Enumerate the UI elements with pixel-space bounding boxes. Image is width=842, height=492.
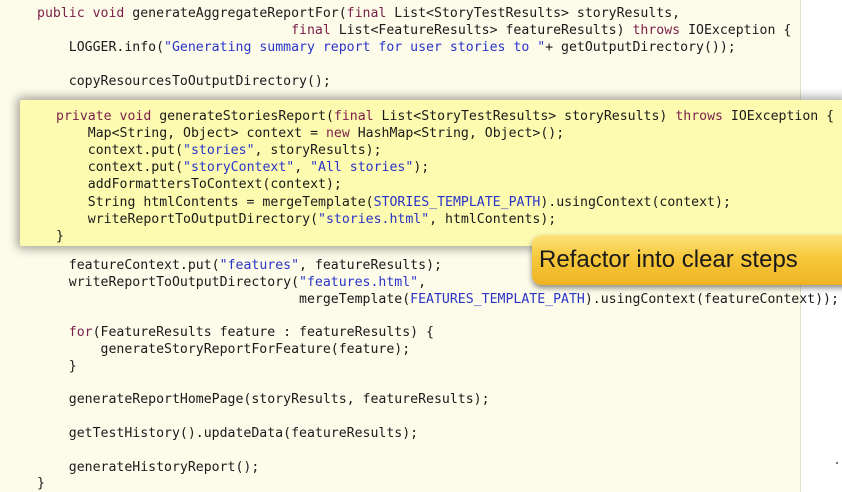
popup-code-line: } xyxy=(56,228,64,245)
code-token: } xyxy=(56,229,64,244)
popup-code-line: private void generateStoriesReport(final… xyxy=(56,108,834,125)
code-token: context.put( xyxy=(56,160,184,175)
keyword-token: throws xyxy=(632,23,681,38)
code-line: final List<FeatureResults> featureResult… xyxy=(37,22,791,39)
string-token: "stories" xyxy=(183,143,255,158)
code-token: } xyxy=(37,476,45,491)
code-token: + getOutputDirectory()); xyxy=(545,40,736,55)
code-token: context.put( xyxy=(56,143,184,158)
code-token: addFormattersToContext(context); xyxy=(56,177,342,192)
popup-code-line: context.put("storyContext", "All stories… xyxy=(56,159,429,176)
code-token: mergeTemplate( xyxy=(37,292,411,307)
keyword-token: private void xyxy=(56,109,152,124)
string-token: "features" xyxy=(219,258,300,273)
code-line: mergeTemplate(FEATURES_TEMPLATE_PATH).us… xyxy=(37,291,839,308)
popup-code-line: writeReportToOutputDirectory("stories.ht… xyxy=(56,211,556,228)
code-line: featureContext.put("features", featureRe… xyxy=(37,257,442,274)
code-token: Map<String, Object> context = xyxy=(56,126,326,141)
extracted-method-popup: private void generateStoriesReport(final… xyxy=(20,100,842,246)
callout-banner: Refactor into clear steps xyxy=(532,235,842,285)
code-token: List<FeatureResults> featureResults) xyxy=(330,23,633,38)
code-token: List<StoryTestResults> storyResults) xyxy=(373,109,676,124)
keyword-token: final xyxy=(333,109,374,124)
code-token: ).usingContext(context); xyxy=(540,195,731,210)
code-line: } xyxy=(37,358,77,375)
code-token: LOGGER.info( xyxy=(37,40,165,55)
code-line: generateStoryReportForFeature(feature); xyxy=(37,341,411,358)
popup-code-line: addFormattersToContext(context); xyxy=(56,176,342,193)
code-token: generateStoryReportForFeature(feature); xyxy=(37,342,411,357)
string-token: "Generating summary report for user stor… xyxy=(164,40,546,55)
code-token: writeReportToOutputDirectory( xyxy=(37,275,300,290)
code-line: LOGGER.info("Generating summary report f… xyxy=(37,39,736,56)
code-token: HashMap<String, Object>(); xyxy=(349,126,565,141)
code-token: IOException { xyxy=(722,109,835,124)
keyword-token: throws xyxy=(675,109,723,124)
code-token: getTestHistory().updateData(featureResul… xyxy=(37,426,419,441)
keyword-token: new xyxy=(325,126,350,141)
code-token: IOException { xyxy=(680,23,792,38)
code-token: generateReportHomePage(storyResults, fea… xyxy=(37,392,490,407)
code-token: String htmlContents = mergeTemplate( xyxy=(56,195,374,210)
string-token: "stories.html" xyxy=(318,212,430,227)
code-token: generateAggregateReportFor( xyxy=(124,6,347,21)
code-token: writeReportToOutputDirectory( xyxy=(56,212,319,227)
code-token: ).usingContext(featureContext)); xyxy=(584,292,839,307)
code-token: ); xyxy=(413,160,430,175)
code-line: generateHistoryReport(); xyxy=(37,459,260,476)
popup-code-line: Map<String, Object> context = new HashMa… xyxy=(56,125,564,142)
popup-code-line: context.put("stories", storyResults); xyxy=(56,142,382,159)
callout-label: Refactor into clear steps xyxy=(539,246,798,273)
string-token: "All stories" xyxy=(310,160,414,175)
code-token: generateHistoryReport(); xyxy=(37,460,260,475)
code-line: getTestHistory().updateData(featureResul… xyxy=(37,425,418,442)
code-token: , storyResults); xyxy=(254,143,382,158)
code-token: , featureResults); xyxy=(299,258,442,273)
code-token: (FeatureResults feature : featureResults… xyxy=(92,325,434,340)
code-token: copyResourcesToOutputDirectory(); xyxy=(37,74,331,89)
keyword-token: final xyxy=(291,23,331,38)
code-line: for(FeatureResults feature : featureResu… xyxy=(37,324,434,341)
string-token: "storyContext" xyxy=(183,160,295,175)
keyword-token: public void xyxy=(37,6,125,21)
code-line: public void generateAggregateReportFor(f… xyxy=(37,5,680,22)
code-token: , xyxy=(294,160,311,175)
code-line: } xyxy=(37,475,45,492)
code-token: featureContext.put( xyxy=(37,258,220,273)
constant-token: FEATURES_TEMPLATE_PATH xyxy=(410,292,585,307)
code-line: generateReportHomePage(storyResults, fea… xyxy=(37,391,490,408)
code-token: , htmlContents); xyxy=(429,212,557,227)
code-line: copyResourcesToOutputDirectory(); xyxy=(37,73,331,90)
stray-dot xyxy=(836,462,838,464)
code-token: } xyxy=(37,359,77,374)
code-token: , xyxy=(418,275,427,290)
popup-code-line: String htmlContents = mergeTemplate(STOR… xyxy=(56,194,731,211)
string-token: "features.html" xyxy=(299,275,419,290)
constant-token: STORIES_TEMPLATE_PATH xyxy=(373,195,541,210)
keyword-token: for xyxy=(37,325,93,340)
keyword-token: final xyxy=(346,6,387,21)
code-line: writeReportToOutputDirectory("features.h… xyxy=(37,274,426,291)
code-token: generateStoriesReport( xyxy=(151,109,334,124)
code-token: List<StoryTestResults> storyResults, xyxy=(386,6,681,21)
